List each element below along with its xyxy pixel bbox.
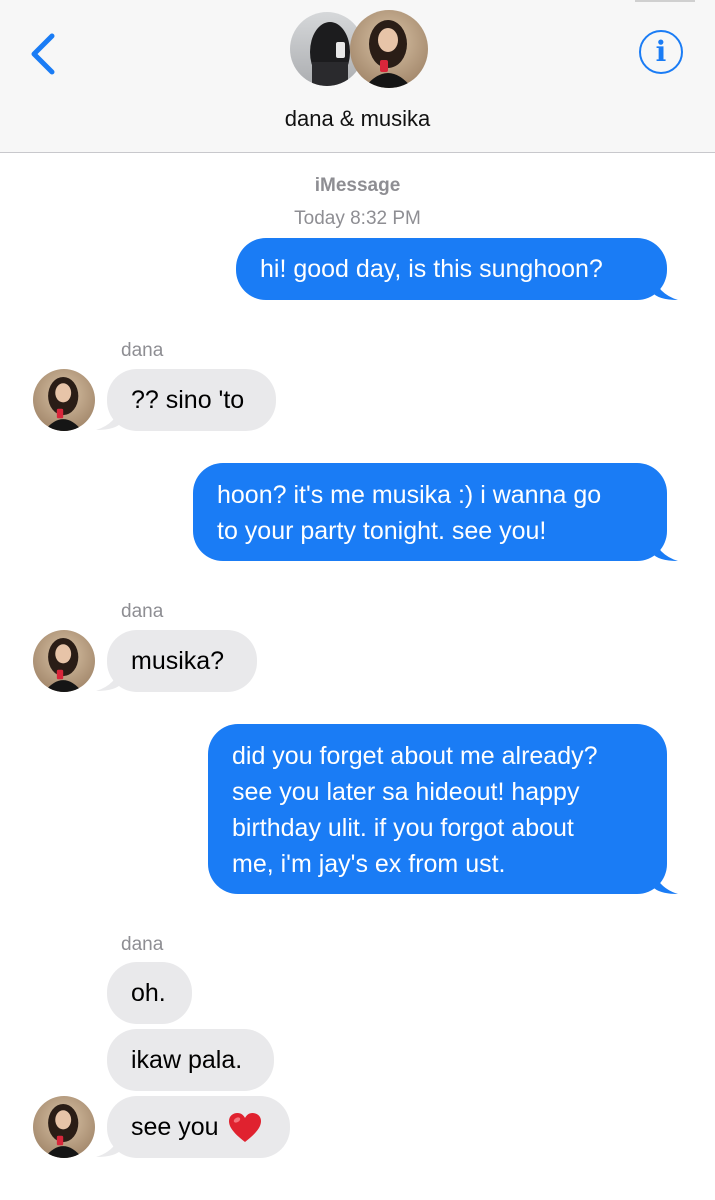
sender-name: dana bbox=[121, 601, 164, 622]
message-line: birthday ulit. if you forgot about bbox=[232, 814, 574, 842]
avatar bbox=[350, 10, 428, 88]
message-text: ?? sino 'to bbox=[131, 386, 245, 414]
red-heart-icon bbox=[228, 1113, 261, 1143]
bubble-tail bbox=[652, 868, 678, 894]
message-text: see you bbox=[131, 1113, 219, 1141]
service-label: iMessage bbox=[314, 175, 401, 196]
message-line: hoon? it's me musika :) i wanna go bbox=[217, 481, 602, 509]
thread-title[interactable]: dana & musika bbox=[0, 106, 715, 132]
status-line bbox=[635, 0, 695, 2]
info-button[interactable]: i bbox=[639, 30, 683, 74]
avatar[interactable] bbox=[33, 1096, 95, 1158]
sender-name: dana bbox=[121, 340, 164, 361]
sender-name: dana bbox=[121, 934, 164, 955]
incoming-message[interactable]: ikaw pala. bbox=[107, 1029, 274, 1091]
avatar[interactable] bbox=[33, 369, 95, 431]
conversation-header: i dana & musika bbox=[0, 0, 715, 153]
timestamp: Today 8:32 PM bbox=[294, 208, 421, 229]
message-line: to your party tonight. see you! bbox=[217, 517, 547, 545]
message-text: hi! good day, is this sunghoon? bbox=[260, 255, 603, 283]
info-icon: i bbox=[655, 35, 667, 68]
avatar[interactable] bbox=[33, 630, 95, 692]
outgoing-message[interactable]: hoon? it's me musika :) i wanna go to yo… bbox=[193, 463, 667, 561]
message-text: ikaw pala. bbox=[131, 1046, 243, 1074]
back-button[interactable] bbox=[24, 30, 64, 78]
incoming-message[interactable]: ?? sino 'to bbox=[107, 369, 276, 431]
message-text: oh. bbox=[131, 979, 166, 1007]
chevron-left-icon bbox=[31, 33, 55, 75]
incoming-message[interactable]: oh. bbox=[107, 962, 192, 1024]
outgoing-message[interactable]: did you forget about me already? see you… bbox=[208, 724, 667, 894]
bubble-tail bbox=[652, 535, 678, 561]
message-line: see you later sa hideout! happy bbox=[232, 778, 580, 806]
group-avatars[interactable] bbox=[288, 10, 428, 90]
outgoing-message[interactable]: hi! good day, is this sunghoon? bbox=[236, 238, 667, 300]
message-line: me, i'm jay's ex from ust. bbox=[232, 850, 506, 878]
message-text: musika? bbox=[131, 647, 225, 675]
bubble-tail bbox=[652, 274, 678, 300]
incoming-message[interactable]: see you bbox=[107, 1096, 290, 1158]
message-line: did you forget about me already? bbox=[232, 742, 598, 770]
incoming-message[interactable]: musika? bbox=[107, 630, 257, 692]
